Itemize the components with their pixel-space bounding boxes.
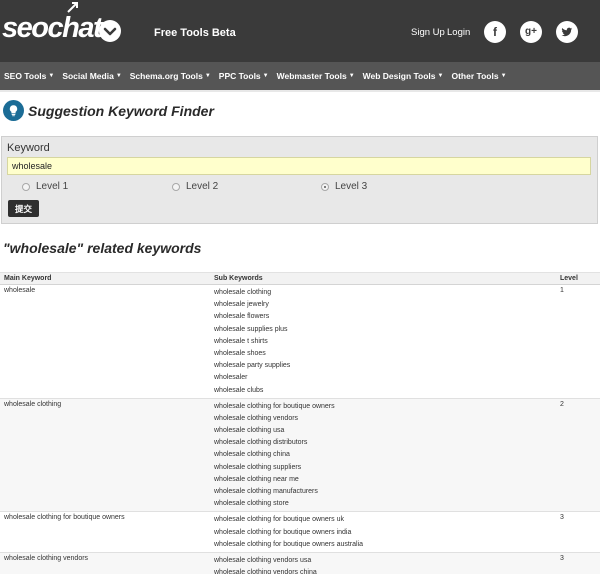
table-row: wholesale clothing for boutique owners 3 w… [0, 512, 600, 553]
login-link[interactable]: Login [447, 27, 470, 38]
level-3-radio[interactable]: Level 3 [321, 181, 367, 192]
sub-keywords-cell: wholesale clothing wholesale jewelry whole… [214, 285, 600, 398]
main-keyword-cell: wholesale clothing [4, 400, 62, 408]
nav-seo-tools[interactable]: SEO Tools ▼ [4, 71, 54, 81]
main-keyword-cell: wholesale clothing for boutique owners [4, 514, 125, 522]
nav-divider [0, 90, 600, 92]
sub-keyword-item: wholesale clubs [214, 386, 264, 394]
nav-web-design-tools[interactable]: Web Design Tools ▼ [363, 71, 444, 81]
main-keyword-cell: wholesale clothing vendors [4, 554, 89, 562]
header-level: Level [560, 275, 578, 282]
table-body: wholesale 1 wholesale clothing wholesale je… [0, 285, 600, 574]
sub-keyword-item: wholesale clothing for boutique owners a… [214, 540, 364, 548]
nav-label: Other Tools [451, 71, 499, 81]
twitter-bird-icon [561, 27, 573, 37]
nav-label: Webmaster Tools [276, 71, 347, 81]
header-main-keyword: Main Keyword [4, 275, 52, 282]
logo-arrow-icon [67, 2, 78, 13]
sub-keyword-item: wholesale clothing vendors usa [214, 556, 312, 564]
radio-dot [172, 182, 180, 191]
keyword-label: Keyword [7, 142, 50, 154]
level-1-radio[interactable]: Level 1 [22, 181, 68, 192]
nav-label: PPC Tools [218, 71, 261, 81]
sub-keywords-cell: wholesale clothing vendors usa wholesale … [214, 553, 600, 574]
sub-keyword-item: wholesale clothing store [214, 500, 289, 508]
caret-down-icon: ▼ [437, 73, 444, 79]
sub-keyword-item: wholesale clothing manufacturers [214, 488, 318, 495]
results-title: "wholesale" related keywords [3, 240, 202, 256]
nav-other-tools[interactable]: Other Tools ▼ [451, 71, 506, 81]
sub-keyword-item: wholesale clothing suppliers [214, 463, 302, 471]
lightbulb-icon [3, 100, 24, 121]
level-cell: 2 [560, 400, 564, 408]
sub-keyword-item: wholesale clothing vendors china [214, 569, 317, 574]
sub-keyword-item: wholesale clothing vendors [214, 414, 299, 422]
sub-keyword-item: wholesale flowers [214, 313, 270, 321]
sub-keywords-cell: wholesale clothing for boutique owners wh… [214, 399, 600, 512]
sub-keyword-item: wholesale clothing for boutique owners u… [214, 516, 344, 524]
table-row: wholesale clothing 2 wholesale clothing fo… [0, 398, 600, 513]
keyword-form [1, 136, 598, 224]
main-keyword-cell: wholesale [4, 287, 36, 294]
table-row: wholesale clothing vendors 3 wholesale clo… [0, 552, 600, 574]
chevron-down-icon[interactable] [99, 20, 121, 42]
caret-down-icon: ▼ [348, 73, 355, 79]
facebook-glyph: f [493, 25, 497, 39]
level-2-radio[interactable]: Level 2 [172, 181, 218, 192]
results-table: Main Keyword Sub Keywords Level wholesal… [0, 272, 600, 574]
caret-down-icon: ▼ [500, 73, 507, 79]
radio-dot-checked [321, 182, 329, 191]
sub-keyword-item: wholesale shoes [214, 349, 266, 357]
twitter-icon[interactable] [556, 21, 578, 43]
submit-button[interactable]: 提交 [8, 200, 39, 217]
caret-down-icon: ▼ [262, 73, 269, 79]
nav-label: SEO Tools [4, 71, 47, 81]
top-header: seochat Free Tools Beta Sign Up Login f … [0, 0, 600, 62]
nav-label: Social Media [62, 71, 114, 81]
radio-label: Level 1 [36, 181, 69, 192]
page-title: Suggestion Keyword Finder [28, 103, 214, 119]
level-cell: 3 [560, 514, 564, 522]
caret-down-icon: ▼ [48, 73, 55, 79]
level-cell: 3 [560, 554, 564, 562]
sub-keywords-cell: wholesale clothing for boutique owners u… [214, 512, 600, 552]
nav-label: Schema.org Tools [129, 71, 203, 81]
google-plus-icon[interactable]: g+ [520, 21, 542, 43]
sub-keyword-item: wholesale party supplies [214, 362, 291, 370]
sub-keyword-item: wholesale supplies plus [214, 325, 288, 333]
google-plus-glyph: g+ [525, 26, 537, 37]
header-sub-keywords: Sub Keywords [214, 275, 263, 282]
nav-social-media[interactable]: Social Media ▼ [62, 71, 121, 81]
sub-keyword-item: wholesale clothing for boutique owners i… [214, 528, 352, 536]
site-logo[interactable]: seochat [2, 10, 103, 46]
keyword-input[interactable]: wholesale [7, 157, 591, 175]
sub-keyword-item: wholesale jewelry [214, 301, 269, 309]
sub-keyword-item: wholesale clothing distributors [214, 439, 308, 447]
caret-down-icon: ▼ [115, 73, 122, 79]
sub-keyword-item: wholesaler [214, 374, 248, 382]
radio-label: Level 3 [335, 181, 368, 192]
nav-webmaster-tools[interactable]: Webmaster Tools ▼ [277, 71, 355, 81]
radio-dot [22, 182, 30, 191]
facebook-icon[interactable]: f [484, 21, 506, 43]
table-row: wholesale 1 wholesale clothing wholesale je… [0, 285, 600, 399]
logo-text: seochat [2, 11, 103, 44]
sub-keyword-item: wholesale clothing china [214, 451, 290, 459]
radio-label: Level 2 [186, 181, 219, 192]
sub-keyword-item: wholesale t shirts [214, 337, 268, 345]
nav-label: Web Design Tools [362, 71, 436, 81]
signup-link[interactable]: Sign Up [411, 27, 445, 38]
tagline: Free Tools Beta [154, 27, 236, 39]
sub-keyword-item: wholesale clothing for boutique owners [214, 402, 335, 410]
sub-keyword-item: wholesale clothing near me [214, 475, 299, 483]
table-header: Main Keyword Sub Keywords Level [0, 272, 600, 285]
sub-keyword-item: wholesale clothing usa [214, 427, 285, 435]
sub-keyword-item: wholesale clothing [214, 289, 272, 296]
main-nav: SEO Tools ▼ Social Media ▼ Schema.org Tool… [0, 62, 600, 90]
nav-ppc-tools[interactable]: PPC Tools ▼ [219, 71, 269, 81]
nav-schema-tools[interactable]: Schema.org Tools ▼ [130, 71, 211, 81]
caret-down-icon: ▼ [204, 73, 211, 79]
level-cell: 1 [560, 287, 564, 294]
